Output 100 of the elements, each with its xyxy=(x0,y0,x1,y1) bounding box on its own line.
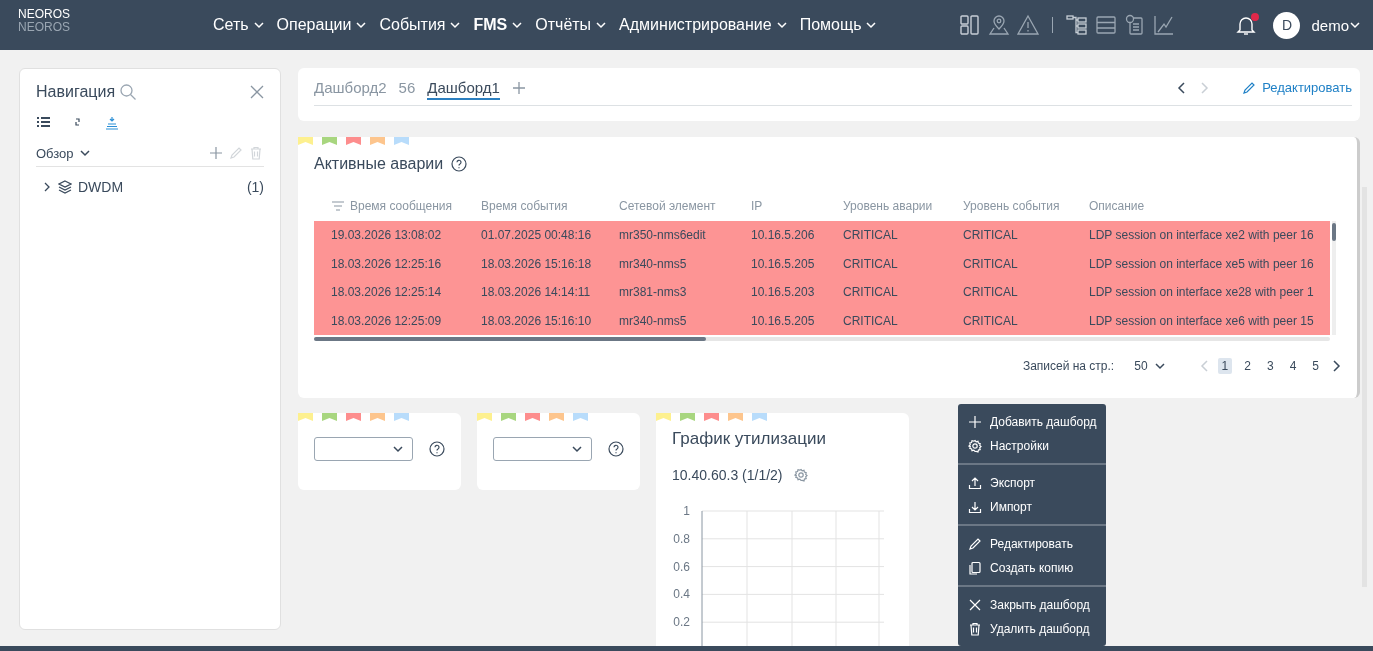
bell-icon[interactable] xyxy=(1235,14,1258,36)
menu-item[interactable]: Создать копию xyxy=(958,556,1106,580)
menu-item[interactable]: Удалить дашборд xyxy=(958,617,1106,641)
select-field[interactable] xyxy=(314,437,413,461)
page-button[interactable]: 3 xyxy=(1262,358,1278,374)
table-cell-text: mr340-nms5 xyxy=(619,256,688,271)
menu-item[interactable]: Помощь xyxy=(799,16,878,34)
page-button[interactable]: 5 xyxy=(1308,358,1323,374)
copy-icon xyxy=(967,560,983,576)
logo-subtitle: NEOROS xyxy=(18,21,71,34)
chevron-down-icon xyxy=(78,147,91,159)
menu-item[interactable]: События xyxy=(379,16,462,34)
menu-item[interactable]: Отчёты xyxy=(535,16,608,34)
hierarchy-icon[interactable] xyxy=(1066,14,1089,36)
panel-title: Навигация xyxy=(36,83,116,101)
alarm-row[interactable]: 19.03.2026 13:08:02 01.07.2025 00:48:16 mr350-nms6edit 10.16.5.206 CRITICAL CRITICAL LDP session on interface xe2 with peer 16 xyxy=(314,221,1330,250)
layout-icon[interactable] xyxy=(959,14,982,36)
table-cell-text: 18.03.2026 12:25:16 xyxy=(331,256,443,271)
layers-icon xyxy=(58,180,72,194)
chevron-down-icon xyxy=(511,19,524,31)
table-cell-text: mr340-nms5 xyxy=(619,313,688,328)
close-icon[interactable] xyxy=(250,85,264,99)
chevron-left-icon[interactable] xyxy=(1177,81,1188,94)
table-cell-text: LDP session on interface xe5 with peer 16 xyxy=(1089,256,1315,271)
table-cell-text: CRITICAL xyxy=(963,285,1019,300)
dashboard-tab[interactable]: Дашборд1 xyxy=(427,75,500,100)
menu-item[interactable]: Импорт xyxy=(958,495,1106,519)
table-cell-text: CRITICAL xyxy=(843,285,899,300)
alarm-row[interactable]: 18.03.2026 12:25:09 18.03.2026 15:16:10 mr340-nms5 10.16.5.205 CRITICAL CRITICAL LDP session on interface xe6 with peer 15 xyxy=(314,306,1330,335)
table-cell-text: 19.03.2026 13:08:02 xyxy=(331,228,443,243)
page-size-dropdown[interactable]: 50 xyxy=(1128,358,1172,374)
table-cell-text: 01.07.2025 00:48:16 xyxy=(481,228,593,243)
table-cell-text: 18.03.2026 12:25:09 xyxy=(331,313,443,328)
table-cell-text: mr350-nms6edit xyxy=(619,228,707,243)
y-axis-label: 0.2 xyxy=(673,615,690,630)
table-cell-text: CRITICAL xyxy=(963,228,1019,243)
scrollbar-thumb[interactable] xyxy=(1332,223,1336,241)
chevron-down-icon xyxy=(1349,19,1361,31)
table-cell-text: mr381-nms3 xyxy=(619,285,688,300)
page-button[interactable]: 1 xyxy=(1217,358,1233,374)
chart-line-icon[interactable] xyxy=(1153,14,1176,36)
edit-button[interactable]: Редактировать xyxy=(1241,79,1352,96)
y-axis-label: 1 xyxy=(683,504,690,518)
chevron-down-icon xyxy=(392,443,404,455)
table-cell-text: LDP session on interface xe28 with peer 1 xyxy=(1089,285,1315,300)
page-size-label: Записей на стр.: xyxy=(1022,359,1115,373)
settings-icon xyxy=(967,438,983,454)
section-dropdown[interactable]: Обзор xyxy=(36,145,91,161)
view-toggle-icon[interactable] xyxy=(104,115,120,131)
y-axis-label: 0.4 xyxy=(673,587,690,602)
chevron-down-icon xyxy=(571,443,583,455)
table-cell-text: 10.16.5.206 xyxy=(751,228,816,243)
chevron-down-icon xyxy=(449,19,462,31)
logo[interactable]: NEOROS xyxy=(18,8,213,21)
card-title: Активные аварии xyxy=(314,155,444,173)
chevron-down-icon xyxy=(252,19,265,31)
search-icon[interactable] xyxy=(119,83,138,101)
chevron-down-icon xyxy=(1153,360,1166,372)
menu-item[interactable]: Сеть xyxy=(213,16,265,34)
warning-icon[interactable] xyxy=(1017,14,1040,36)
help-icon[interactable] xyxy=(451,156,468,172)
menu-item[interactable]: Экспорт xyxy=(958,471,1106,495)
table-cell-text: CRITICAL xyxy=(843,256,899,271)
menu-item[interactable]: Операции xyxy=(276,16,368,34)
chevron-down-icon xyxy=(775,19,788,31)
chevron-down-icon xyxy=(595,19,608,31)
table-cell-text: 10.16.5.205 xyxy=(751,256,816,271)
help-icon[interactable] xyxy=(429,441,445,457)
download-icon xyxy=(967,499,983,515)
table-cell-text: 18.03.2026 15:16:18 xyxy=(481,256,593,271)
menu-item[interactable]: Администрирование xyxy=(619,16,788,34)
user-avatar[interactable]: D xyxy=(1273,11,1301,39)
y-axis-label: 0.6 xyxy=(673,559,690,574)
user-menu[interactable]: demo xyxy=(1311,16,1361,34)
list-icon[interactable] xyxy=(1095,14,1118,36)
table-cell-text: CRITICAL xyxy=(963,256,1019,271)
tree-item-label[interactable]: DWDM xyxy=(78,179,124,195)
menu-item[interactable]: Закрыть дашборд xyxy=(958,593,1106,617)
help-icon[interactable] xyxy=(608,441,624,457)
menu-item[interactable]: Редактировать xyxy=(958,532,1106,556)
alarm-row[interactable]: 18.03.2026 12:25:14 18.03.2026 14:14:11 mr381-nms3 10.16.5.203 CRITICAL CRITICAL LDP session on interface xe28 with peer 1 xyxy=(314,278,1330,307)
chevron-right-icon[interactable] xyxy=(42,182,52,192)
page-button[interactable]: 4 xyxy=(1285,358,1301,374)
map-pin-icon[interactable] xyxy=(988,14,1011,36)
chevron-right-icon[interactable] xyxy=(1331,360,1341,372)
card-title: График утилизации xyxy=(672,429,827,449)
trash-icon xyxy=(967,621,983,637)
page-button[interactable]: 2 xyxy=(1240,358,1255,374)
table-cell-text: 18.03.2026 14:14:11 xyxy=(481,285,592,300)
menu-item[interactable]: FMS xyxy=(473,16,524,34)
alarm-row[interactable]: 18.03.2026 12:25:16 18.03.2026 15:16:18 mr340-nms5 10.16.5.205 CRITICAL CRITICAL LDP session on interface xe5 with peer 16 xyxy=(314,249,1330,278)
pencil-icon xyxy=(228,145,244,161)
scrollbar-thumb[interactable] xyxy=(314,337,706,341)
add-tab-icon[interactable] xyxy=(511,80,526,95)
menu-item[interactable]: Добавить дашборд xyxy=(958,410,1106,434)
menu-item[interactable]: Настройки xyxy=(958,434,1106,458)
plus-icon xyxy=(967,414,983,430)
select-field[interactable] xyxy=(493,437,592,461)
chevron-down-icon xyxy=(865,19,878,31)
chart-subtitle: 10.40.60.3 (1/1/2) xyxy=(672,467,783,483)
